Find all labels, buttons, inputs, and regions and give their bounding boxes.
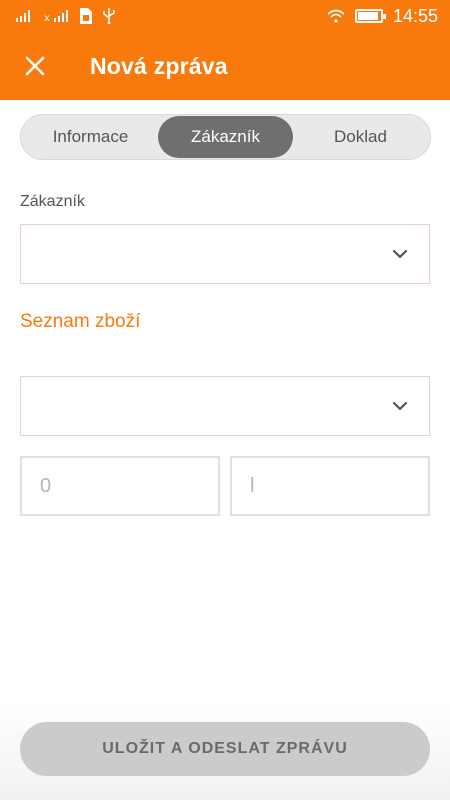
- close-button[interactable]: [0, 32, 70, 100]
- svg-text:x: x: [44, 13, 50, 22]
- goods-section-title: Seznam zboží: [20, 311, 141, 332]
- save-and-send-button[interactable]: ULOŽIT A ODESLAT ZPRÁVU: [20, 722, 430, 776]
- sim-icon: [80, 8, 92, 24]
- tab-doklad[interactable]: Doklad: [293, 116, 428, 158]
- unit-placeholder: l: [250, 474, 255, 497]
- signal-icon: [16, 10, 30, 22]
- quantity-placeholder: 0: [40, 474, 52, 497]
- tab-bar: Informace Zákazník Doklad: [20, 114, 431, 160]
- customer-label: Zákazník: [20, 193, 85, 210]
- quantity-input[interactable]: 0: [20, 456, 220, 516]
- close-icon: [25, 56, 45, 76]
- chevron-down-icon: [392, 249, 408, 259]
- status-bar: x 14:55: [0, 0, 450, 32]
- tab-zakaznik[interactable]: Zákazník: [158, 116, 293, 158]
- battery-icon: [354, 9, 386, 23]
- wifi-icon: [327, 9, 345, 23]
- status-time: 14:55: [392, 5, 438, 26]
- app-bar: Nová zpráva: [0, 32, 450, 100]
- usb-icon: [103, 8, 115, 24]
- goods-select[interactable]: [20, 376, 430, 436]
- tab-informace[interactable]: Informace: [23, 116, 158, 158]
- status-right-icons: 14:55: [327, 6, 438, 27]
- chevron-down-icon: [392, 401, 408, 411]
- unit-input[interactable]: l: [230, 456, 430, 516]
- signal-x-icon: x: [44, 10, 68, 22]
- customer-select[interactable]: [20, 224, 430, 284]
- battery-fill: [357, 12, 378, 20]
- page-title: Nová zpráva: [90, 52, 228, 79]
- status-left-icons: x: [16, 8, 116, 24]
